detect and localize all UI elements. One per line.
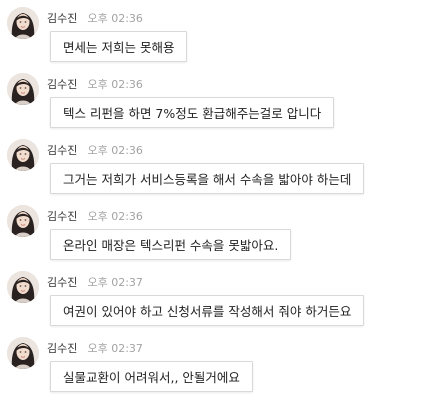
chat-log: 김수진 오후 02:36 면세는 저희는 못해용 김수진 오후 02:36 텍스…: [0, 0, 433, 400]
message-time: 오후 02:36: [87, 12, 143, 25]
message-bubble[interactable]: 온라인 매장은 텍스리펀 수속을 못밟아요.: [50, 229, 292, 260]
sender-name: 김수진: [47, 276, 78, 289]
sender-name: 김수진: [47, 342, 78, 355]
sender-name: 김수진: [47, 144, 78, 157]
sender-name: 김수진: [47, 210, 78, 223]
message-time: 오후 02:37: [87, 276, 143, 289]
avatar-icon[interactable]: [7, 271, 39, 303]
sender-name: 김수진: [47, 78, 78, 91]
message-meta: 김수진 오후 02:36: [47, 10, 143, 25]
message-time: 오후 02:37: [87, 342, 143, 355]
chat-message: 김수진 오후 02:36 면세는 저희는 못해용: [7, 7, 427, 67]
message-bubble[interactable]: 그거는 저희가 서비스등록을 해서 수속을 밟아야 하는데: [50, 163, 365, 194]
message-meta: 김수진 오후 02:36: [47, 76, 143, 91]
message-time: 오후 02:36: [87, 78, 143, 91]
message-meta: 김수진 오후 02:36: [47, 142, 143, 157]
avatar-icon[interactable]: [7, 139, 39, 171]
chat-message: 김수진 오후 02:36 텍스 리펀을 하면 7%정도 환급해주는걸로 압니다: [7, 73, 427, 133]
message-meta: 김수진 오후 02:36: [47, 208, 143, 223]
avatar-icon[interactable]: [7, 7, 39, 39]
message-bubble[interactable]: 여권이 있어야 하고 신청서류를 작성해서 줘야 하거든요: [50, 295, 365, 326]
avatar-icon[interactable]: [7, 337, 39, 369]
chat-message: 김수진 오후 02:36 온라인 매장은 텍스리펀 수속을 못밟아요.: [7, 205, 427, 265]
chat-message: 김수진 오후 02:37 실물교환이 어려워서,, 안될거에요: [7, 337, 427, 397]
message-meta: 김수진 오후 02:37: [47, 340, 143, 355]
chat-message: 김수진 오후 02:36 그거는 저희가 서비스등록을 해서 수속을 밟아야 하…: [7, 139, 427, 199]
avatar-icon[interactable]: [7, 205, 39, 237]
message-bubble[interactable]: 실물교환이 어려워서,, 안될거에요: [50, 361, 253, 392]
message-bubble[interactable]: 텍스 리펀을 하면 7%정도 환급해주는걸로 압니다: [50, 97, 335, 128]
chat-message: 김수진 오후 02:37 여권이 있어야 하고 신청서류를 작성해서 줘야 하거…: [7, 271, 427, 331]
sender-name: 김수진: [47, 12, 78, 25]
message-meta: 김수진 오후 02:37: [47, 274, 143, 289]
message-time: 오후 02:36: [87, 210, 143, 223]
avatar-icon[interactable]: [7, 73, 39, 105]
message-time: 오후 02:36: [87, 144, 143, 157]
message-bubble[interactable]: 면세는 저희는 못해용: [50, 31, 188, 62]
